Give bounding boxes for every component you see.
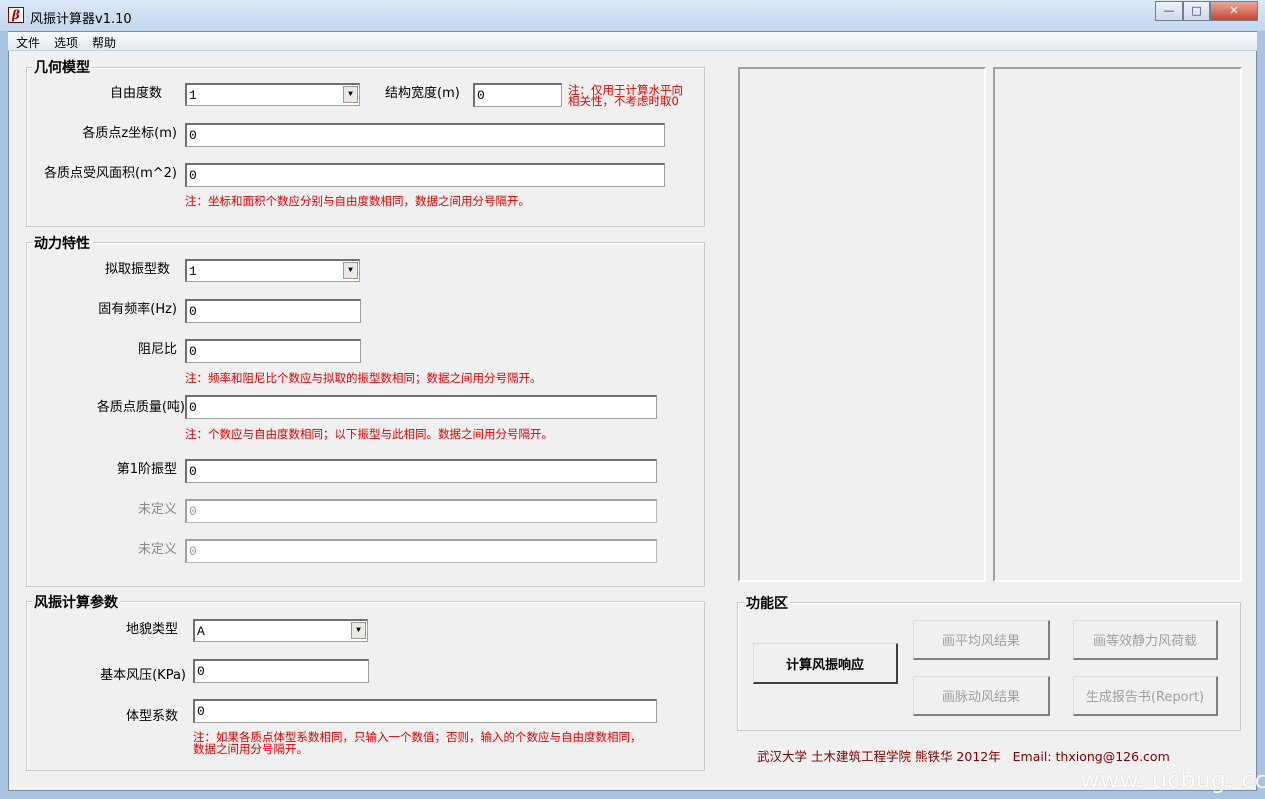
shape-input[interactable]: 0	[193, 699, 657, 723]
area-label: 各质点受风面积(m^2)	[44, 166, 177, 181]
mass-note: 注：个数应与自由度数相同；以下振型与此相同。数据之间用分号隔开。	[185, 427, 553, 441]
undefined-label-2: 未定义	[137, 542, 177, 557]
modes-select[interactable]: 1 ▼	[185, 259, 360, 282]
mass-label: 各质点质量(吨)	[96, 400, 185, 415]
pressure-label: 基本风压(KPa)	[100, 668, 186, 683]
freq-input[interactable]: 0	[185, 299, 361, 323]
undefined-input-1[interactable]: 0	[185, 499, 657, 523]
terrain-select[interactable]: A ▼	[193, 619, 368, 642]
modes-value: 1	[189, 264, 197, 279]
mode1-input[interactable]: 0	[185, 459, 657, 483]
terrain-label: 地貌类型	[125, 622, 178, 637]
undefined-input-2[interactable]: 0	[185, 539, 657, 563]
freq-note: 注：频率和阻尼比个数应与拟取的振型数相同；数据之间用分号隔开。	[185, 371, 542, 385]
wind-title: 风振计算参数	[32, 592, 120, 612]
dof-select[interactable]: 1 ▼	[185, 83, 360, 106]
pressure-input[interactable]: 0	[193, 659, 369, 683]
window-title: 风振计算器v1.10	[30, 12, 132, 27]
plot-mean-wind-button[interactable]: 画平均风结果	[913, 620, 1050, 660]
width-note-2: 相关性，不考虑时取0	[568, 94, 679, 108]
damping-label: 阻尼比	[137, 342, 177, 357]
calculate-button[interactable]: 计算风振响应	[753, 643, 898, 684]
z-input[interactable]: 0	[185, 123, 665, 147]
chevron-down-icon[interactable]: ▼	[343, 86, 358, 103]
chevron-down-icon[interactable]: ▼	[351, 622, 366, 639]
menu-bar	[8, 32, 1257, 51]
dynamics-title: 动力特性	[32, 233, 92, 253]
close-button[interactable]: ✕	[1210, 1, 1258, 21]
shape-note-2: 数据之间用分号隔开。	[193, 742, 308, 756]
width-label: 结构宽度(m)	[385, 86, 460, 101]
terrain-value: A	[197, 624, 205, 639]
menu-file[interactable]: 文件	[16, 34, 40, 51]
shape-label: 体型系数	[125, 709, 178, 724]
damping-input[interactable]: 0	[185, 339, 361, 363]
z-label: 各质点z坐标(m)	[82, 126, 177, 141]
app-icon: β	[8, 7, 24, 23]
modes-label: 拟取振型数	[104, 262, 170, 277]
watermark: www. ucbug. cc	[1080, 766, 1265, 794]
mode1-label: 第1阶振型	[116, 462, 177, 477]
plot-static-load-button[interactable]: 画等效静力风荷载	[1073, 620, 1218, 660]
undefined-label-1: 未定义	[137, 502, 177, 517]
freq-label: 固有频率(Hz)	[98, 302, 177, 317]
geometry-note: 注：坐标和面积个数应分别与自由度数相同，数据之间用分号隔开。	[185, 194, 530, 208]
menu-options[interactable]: 选项	[54, 34, 78, 51]
maximize-button[interactable]: □	[1183, 1, 1210, 21]
menu-help[interactable]: 帮助	[92, 34, 116, 51]
plot-panel-left	[738, 67, 986, 582]
plot-panel-right	[993, 67, 1242, 582]
footer-credits: 武汉大学 土木建筑工程学院 熊铁华 2012年 Email: thxiong@1…	[757, 749, 1170, 764]
width-input[interactable]: 0	[473, 83, 562, 107]
geometry-title: 几何模型	[32, 57, 92, 77]
mass-input[interactable]: 0	[185, 395, 657, 419]
title-bar	[0, 0, 1265, 31]
chevron-down-icon[interactable]: ▼	[343, 262, 358, 279]
functions-title: 功能区	[744, 593, 790, 613]
dof-value: 1	[189, 88, 197, 103]
dof-label: 自由度数	[109, 86, 162, 101]
area-input[interactable]: 0	[185, 163, 665, 187]
plot-fluctuating-wind-button[interactable]: 画脉动风结果	[913, 676, 1050, 716]
generate-report-button[interactable]: 生成报告书(Report)	[1073, 676, 1218, 716]
minimize-button[interactable]: —	[1155, 1, 1183, 21]
